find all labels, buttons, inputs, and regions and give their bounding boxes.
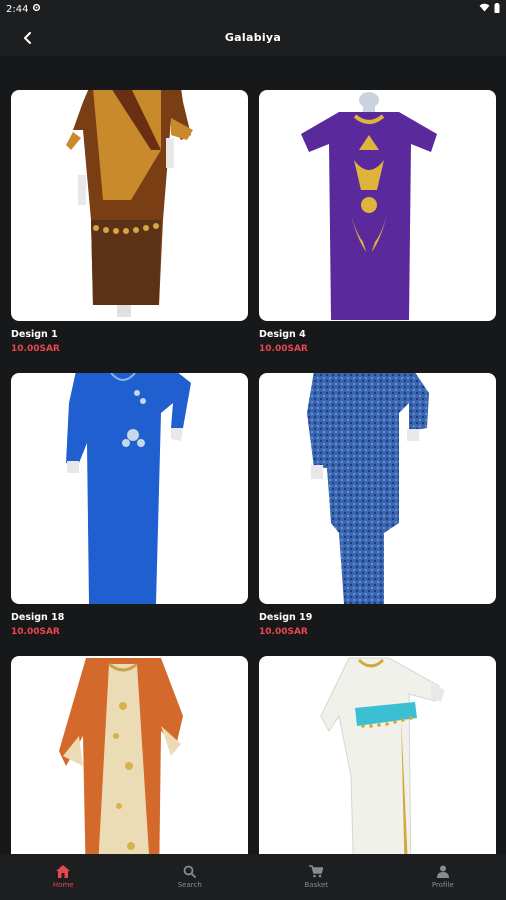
home-icon — [56, 865, 71, 878]
product-card[interactable]: Design 19 10.00SAR — [259, 373, 496, 656]
chevron-left-icon — [24, 32, 31, 44]
person-icon — [436, 865, 449, 878]
product-image-blue-embroidered-galabiya[interactable] — [11, 373, 248, 604]
settings-icon — [32, 3, 41, 15]
nav-home[interactable]: Home — [0, 854, 127, 900]
product-image-orange-embroidered-galabiya[interactable] — [11, 656, 248, 854]
product-name: Design 4 — [259, 329, 306, 340]
wifi-icon — [479, 3, 490, 15]
nav-search[interactable]: Search — [127, 854, 254, 900]
product-name: Design 1 — [11, 329, 58, 340]
nav-basket-label: Basket — [304, 881, 329, 889]
search-icon — [183, 865, 197, 878]
product-card[interactable]: Design 4 10.00SAR — [259, 90, 496, 373]
product-name: Design 18 — [11, 612, 65, 623]
page-title: Galabiya — [224, 30, 282, 44]
product-price: 10.00SAR — [11, 344, 60, 354]
back-button[interactable] — [16, 26, 40, 50]
product-price: 10.00SAR — [259, 344, 308, 354]
product-card[interactable] — [11, 656, 248, 854]
product-image-white-turquoise-galabiya[interactable] — [259, 656, 496, 854]
product-card[interactable] — [259, 656, 496, 854]
product-card[interactable]: Design 1 10.00SAR — [11, 90, 248, 373]
product-price: 10.00SAR — [259, 627, 308, 637]
product-list[interactable]: Design 1 10.00SAR Design 4 10.00SAR Desi… — [0, 56, 506, 854]
cart-icon — [309, 865, 324, 878]
nav-profile[interactable]: Profile — [380, 854, 506, 900]
product-image-purple-gold-galabiya[interactable] — [259, 90, 496, 321]
nav-profile-label: Profile — [431, 881, 454, 889]
app-bar: Galabiya — [0, 18, 506, 56]
product-image-blue-pattern-galabiya[interactable] — [259, 373, 496, 604]
product-card[interactable]: Design 18 10.00SAR — [11, 373, 248, 656]
nav-search-label: Search — [177, 881, 202, 889]
product-image-brown-orange-galabiya[interactable] — [11, 90, 248, 321]
status-bar: 2:44 — [0, 0, 506, 18]
product-name: Design 19 — [259, 612, 313, 623]
battery-icon — [494, 2, 500, 16]
status-time: 2:44 — [6, 3, 29, 15]
product-price: 10.00SAR — [11, 627, 60, 637]
nav-home-label: Home — [52, 881, 74, 889]
bottom-navigation: Home Search Basket Profile — [0, 854, 506, 900]
nav-basket[interactable]: Basket — [253, 854, 380, 900]
